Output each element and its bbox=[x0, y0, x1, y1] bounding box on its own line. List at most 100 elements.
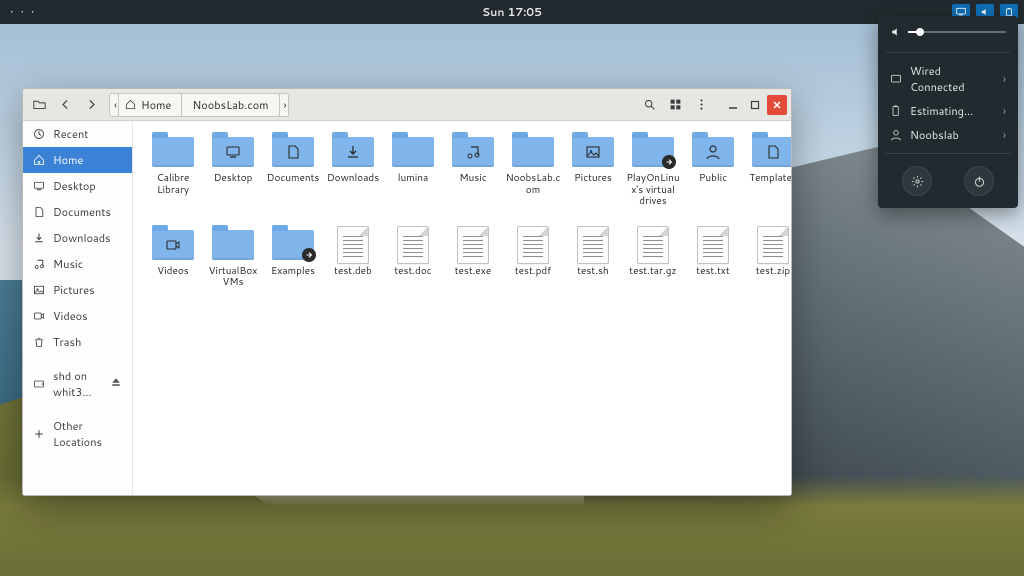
minimize-button[interactable] bbox=[723, 95, 743, 115]
item-label: test.doc bbox=[385, 266, 441, 278]
hamburger-menu-button[interactable] bbox=[689, 93, 713, 117]
sidebar-item-videos[interactable]: Videos bbox=[23, 303, 132, 329]
chevron-right-icon: › bbox=[1003, 103, 1006, 119]
file-icon bbox=[517, 226, 549, 264]
folder-icon bbox=[392, 137, 434, 167]
folder-icon bbox=[272, 230, 314, 260]
system-menu: Wired Connected › Estimating… › Noobslab… bbox=[878, 16, 1018, 208]
settings-button[interactable] bbox=[902, 166, 932, 196]
file-item[interactable]: test.doc bbox=[385, 228, 441, 289]
search-button[interactable] bbox=[637, 93, 661, 117]
home-icon bbox=[125, 99, 136, 110]
file-item[interactable]: test.pdf bbox=[505, 228, 561, 289]
file-icon bbox=[637, 226, 669, 264]
header-bar: ‹ Home NoobsLab.com › bbox=[23, 89, 791, 121]
new-folder-icon[interactable] bbox=[27, 93, 51, 117]
folder-item[interactable]: NoobsLab.com bbox=[505, 135, 561, 208]
sidebar-item-recent[interactable]: Recent bbox=[23, 121, 132, 147]
item-label: test.zip bbox=[745, 266, 791, 278]
folder-icon bbox=[752, 137, 791, 167]
file-grid-area[interactable]: Calibre Library Desktop Documents Downloads… bbox=[133, 121, 791, 495]
sidebar-other-locations[interactable]: Other Locations bbox=[23, 413, 132, 455]
network-label: Wired Connected bbox=[910, 63, 995, 95]
sidebar-item-label: Pictures bbox=[53, 282, 95, 298]
folder-item[interactable]: Templates bbox=[745, 135, 791, 208]
path-forward-chevron[interactable]: › bbox=[279, 93, 289, 117]
file-item[interactable]: test.tar.gz bbox=[625, 228, 681, 289]
sidebar-item-downloads[interactable]: Downloads bbox=[23, 225, 132, 251]
sidebar-item-desktop[interactable]: Desktop bbox=[23, 173, 132, 199]
sidebar-item-home[interactable]: Home bbox=[23, 147, 132, 173]
chevron-right-icon: › bbox=[1003, 71, 1006, 87]
item-label: Music bbox=[445, 173, 501, 185]
battery-row[interactable]: Estimating… › bbox=[886, 99, 1010, 123]
folder-icon bbox=[152, 230, 194, 260]
clock-label[interactable]: Sun 17:05 bbox=[482, 4, 542, 20]
folder-icon bbox=[212, 230, 254, 260]
sidebar-item-documents[interactable]: Documents bbox=[23, 199, 132, 225]
item-label: Examples bbox=[265, 266, 321, 278]
sidebar-item-pictures[interactable]: Pictures bbox=[23, 277, 132, 303]
item-label: Downloads bbox=[325, 173, 381, 185]
battery-icon bbox=[890, 105, 902, 117]
file-icon bbox=[397, 226, 429, 264]
sidebar-item-label: Music bbox=[53, 256, 83, 272]
eject-icon[interactable] bbox=[110, 376, 122, 392]
folder-item[interactable]: lumina bbox=[385, 135, 441, 208]
files-window: ‹ Home NoobsLab.com › RecentHomeDesktopD… bbox=[22, 88, 792, 496]
folder-item[interactable]: Calibre Library bbox=[145, 135, 201, 208]
close-button[interactable] bbox=[767, 95, 787, 115]
power-button[interactable] bbox=[964, 166, 994, 196]
sidebar-item-music[interactable]: Music bbox=[23, 251, 132, 277]
folder-item[interactable]: Videos bbox=[145, 228, 201, 289]
folder-item[interactable]: Public bbox=[685, 135, 741, 208]
folder-item[interactable]: VirtualBox VMs bbox=[205, 228, 261, 289]
user-icon bbox=[890, 129, 902, 141]
file-icon bbox=[457, 226, 489, 264]
folder-item[interactable]: PlayOnLinux's virtual drives bbox=[625, 135, 681, 208]
sidebar-mount[interactable]: shd on whit3… bbox=[23, 363, 132, 405]
file-item[interactable]: test.exe bbox=[445, 228, 501, 289]
folder-icon bbox=[212, 137, 254, 167]
folder-item[interactable]: Desktop bbox=[205, 135, 261, 208]
network-row[interactable]: Wired Connected › bbox=[886, 59, 1010, 99]
folder-icon bbox=[332, 137, 374, 167]
forward-button[interactable] bbox=[79, 93, 103, 117]
item-label: Desktop bbox=[205, 173, 261, 185]
item-label: NoobsLab.com bbox=[505, 173, 561, 196]
sidebar-item-label: Home bbox=[53, 152, 83, 168]
file-item[interactable]: test.sh bbox=[565, 228, 621, 289]
file-item[interactable]: test.zip bbox=[745, 228, 791, 289]
item-label: Public bbox=[685, 173, 741, 185]
file-icon bbox=[577, 226, 609, 264]
maximize-button[interactable] bbox=[745, 95, 765, 115]
file-item[interactable]: test.txt bbox=[685, 228, 741, 289]
search-icon bbox=[643, 98, 656, 111]
folder-item[interactable]: Documents bbox=[265, 135, 321, 208]
places-sidebar: Recent Home DesktopDocumentsDownloads Music… bbox=[23, 121, 133, 495]
item-label: Documents bbox=[265, 173, 321, 185]
view-grid-button[interactable] bbox=[663, 93, 687, 117]
volume-slider-row[interactable] bbox=[886, 24, 1010, 46]
file-icon bbox=[697, 226, 729, 264]
path-home[interactable]: Home bbox=[118, 93, 182, 117]
folder-item[interactable]: Pictures bbox=[565, 135, 621, 208]
item-label: lumina bbox=[385, 173, 441, 185]
folder-item[interactable]: Downloads bbox=[325, 135, 381, 208]
sidebar-item-trash[interactable]: Trash bbox=[23, 329, 132, 355]
folder-item[interactable]: Music bbox=[445, 135, 501, 208]
user-row[interactable]: Noobslab › bbox=[886, 123, 1010, 147]
activities-button[interactable]: • • • bbox=[0, 4, 36, 20]
gear-icon bbox=[911, 175, 924, 188]
item-label: test.txt bbox=[685, 266, 741, 278]
path-crumb-1[interactable]: NoobsLab.com bbox=[181, 93, 279, 117]
folder-icon bbox=[632, 137, 674, 167]
back-button[interactable] bbox=[53, 93, 77, 117]
item-label: test.sh bbox=[565, 266, 621, 278]
volume-slider[interactable] bbox=[908, 31, 1006, 33]
file-item[interactable]: test.deb bbox=[325, 228, 381, 289]
folder-item[interactable]: Examples bbox=[265, 228, 321, 289]
file-icon bbox=[337, 226, 369, 264]
user-label: Noobslab bbox=[910, 127, 959, 143]
item-label: test.deb bbox=[325, 266, 381, 278]
